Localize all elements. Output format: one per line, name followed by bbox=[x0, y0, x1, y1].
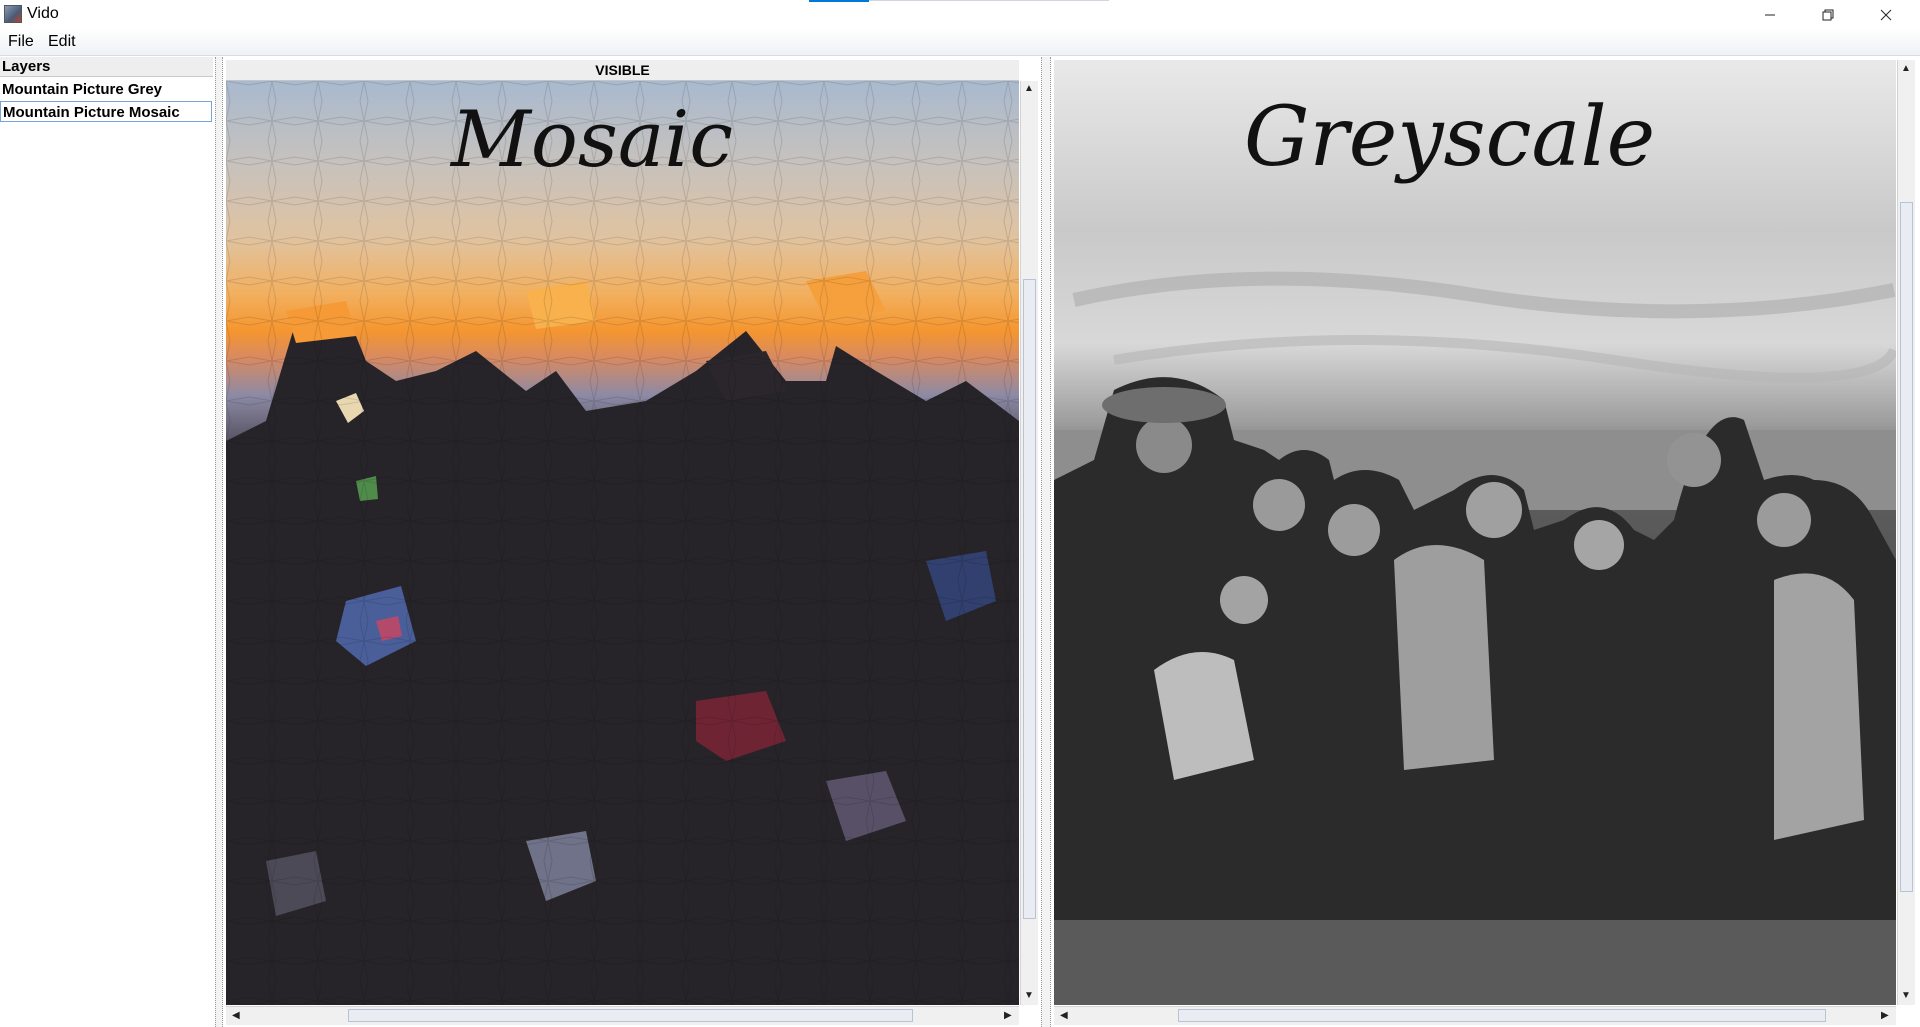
restore-button[interactable] bbox=[1799, 0, 1857, 29]
arrow-down-icon[interactable]: ▼ bbox=[1901, 991, 1911, 1001]
arrow-up-icon[interactable]: ▲ bbox=[1901, 64, 1911, 74]
arrow-up-icon[interactable]: ▲ bbox=[1024, 84, 1034, 94]
menu-edit[interactable]: Edit bbox=[48, 33, 76, 51]
minimize-button[interactable] bbox=[1741, 0, 1799, 29]
greyscale-hscroll-thumb[interactable] bbox=[1178, 1009, 1826, 1022]
layers-header: Layers bbox=[0, 57, 213, 77]
mosaic-vscroll-thumb[interactable] bbox=[1023, 279, 1036, 919]
app-icon bbox=[4, 5, 22, 23]
mosaic-image bbox=[226, 81, 1019, 1005]
mosaic-hscroll-thumb[interactable] bbox=[348, 1009, 913, 1022]
mosaic-canvas[interactable]: Mosaic bbox=[226, 81, 1019, 1005]
close-icon bbox=[1880, 9, 1892, 20]
menu-bar: File Edit bbox=[0, 29, 1920, 56]
arrow-down-icon[interactable]: ▼ bbox=[1024, 991, 1034, 1001]
greyscale-canvas[interactable]: Greyscale bbox=[1054, 60, 1896, 1005]
mosaic-caption: Mosaic bbox=[451, 95, 733, 185]
layer-item-mosaic[interactable]: Mountain Picture Mosaic bbox=[0, 101, 212, 122]
close-button[interactable] bbox=[1857, 0, 1915, 29]
layers-splitter[interactable] bbox=[215, 57, 223, 1027]
greyscale-hscrollbar[interactable]: ◀ ▶ bbox=[1054, 1006, 1896, 1025]
greyscale-vscrollbar[interactable]: ▲ ▼ bbox=[1897, 60, 1915, 1005]
window-title: Vido bbox=[27, 5, 59, 22]
menu-file[interactable]: File bbox=[8, 33, 34, 51]
arrow-right-icon[interactable]: ▶ bbox=[1004, 1011, 1012, 1021]
layers-panel: Layers Mountain Picture Grey Mountain Pi… bbox=[0, 57, 215, 1027]
mosaic-vscrollbar[interactable]: ▲ ▼ bbox=[1020, 81, 1038, 1005]
arrow-left-icon[interactable]: ◀ bbox=[1060, 1011, 1068, 1021]
arrow-left-icon[interactable]: ◀ bbox=[232, 1011, 240, 1021]
title-divider bbox=[869, 0, 1109, 1]
greyscale-vscroll-thumb[interactable] bbox=[1900, 202, 1913, 892]
mosaic-hscrollbar[interactable]: ◀ ▶ bbox=[226, 1006, 1019, 1025]
greyscale-caption: Greyscale bbox=[1244, 90, 1656, 185]
title-accent bbox=[809, 0, 869, 2]
canvas-splitter[interactable] bbox=[1041, 57, 1051, 1027]
visible-header: VISIBLE bbox=[226, 60, 1019, 81]
restore-icon bbox=[1822, 9, 1834, 20]
title-bar: Vido bbox=[0, 0, 1920, 29]
minimize-icon bbox=[1765, 14, 1775, 15]
layer-item-grey[interactable]: Mountain Picture Grey bbox=[0, 79, 212, 100]
greyscale-image bbox=[1054, 60, 1896, 1005]
arrow-right-icon[interactable]: ▶ bbox=[1881, 1011, 1889, 1021]
